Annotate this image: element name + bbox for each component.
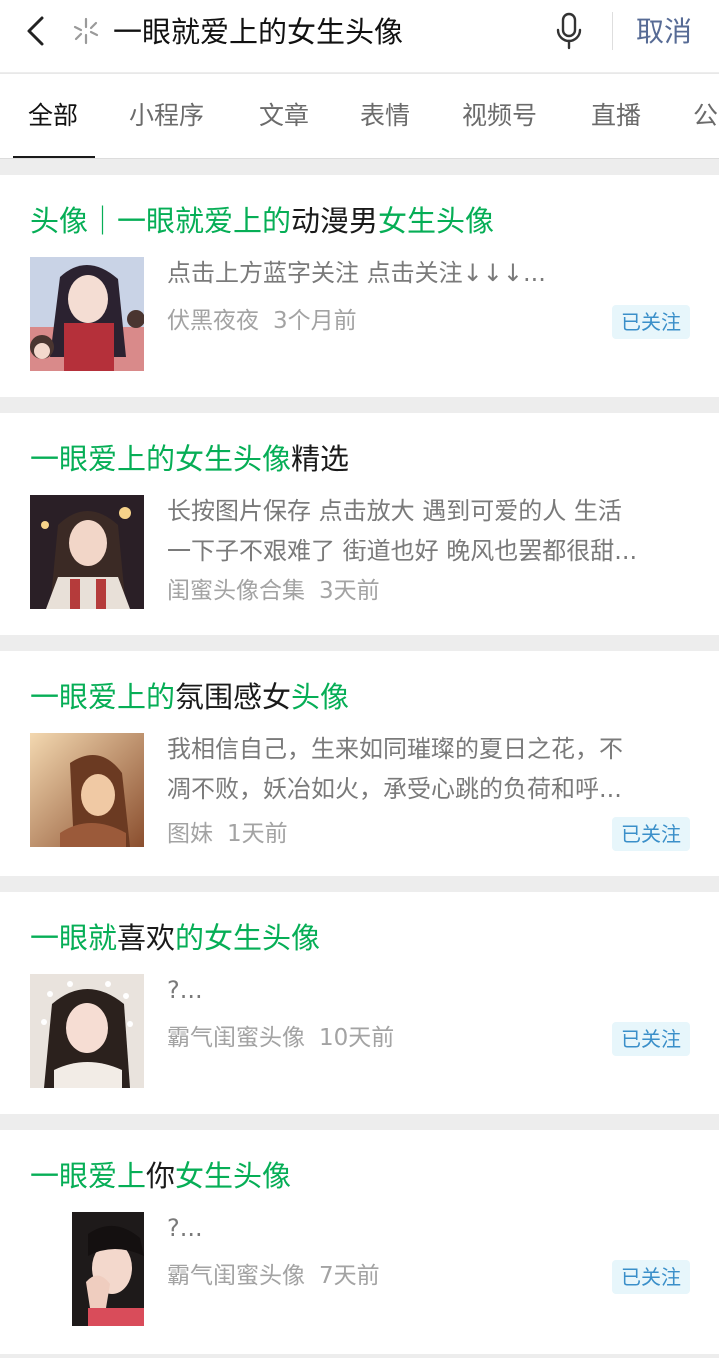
- source-name[interactable]: 图妹: [167, 821, 213, 847]
- publish-time: 10天前: [319, 1025, 395, 1051]
- result-summary: 我相信自己，生来如同璀璨的夏日之花，不 凋不败，妖冶如火，承受心跳的负荷和呼...: [167, 735, 623, 803]
- tab-live[interactable]: 直播: [591, 98, 641, 134]
- result-title[interactable]: 一眼就喜欢的女生头像: [30, 918, 320, 958]
- result-title[interactable]: 一眼爱上的女生头像精选: [30, 439, 349, 479]
- source-name[interactable]: 霸气闺蜜头像: [167, 1025, 305, 1051]
- result-card[interactable]: 一眼爱上的氛围感女头像 我相信自己，生来如同璀璨的夏日之花，不 凋不败，妖冶如火，…: [0, 651, 719, 876]
- source-name[interactable]: 闺蜜头像合集: [167, 578, 305, 604]
- cancel-button[interactable]: 取消: [636, 12, 692, 52]
- result-meta: 闺蜜头像合集 3天前: [167, 573, 380, 609]
- search-input[interactable]: 一眼就爱上的女生头像: [113, 12, 403, 52]
- result-title[interactable]: 头像｜一眼就爱上的动漫男女生头像: [30, 201, 494, 241]
- result-title[interactable]: 一眼爱上你女生头像: [30, 1156, 291, 1196]
- result-thumbnail[interactable]: [30, 495, 144, 609]
- publish-time: 3个月前: [273, 308, 357, 334]
- result-thumbnail[interactable]: [30, 733, 144, 847]
- result-card[interactable]: 一眼就喜欢的女生头像 ?... 霸气闺蜜头像 10天前 已关注: [0, 892, 719, 1114]
- result-summary: 点击上方蓝字关注 点击关注↓↓↓...: [167, 259, 546, 287]
- divider: [612, 12, 613, 50]
- tab-channels[interactable]: 视频号: [462, 98, 537, 134]
- result-thumbnail[interactable]: [30, 257, 144, 371]
- tab-all[interactable]: 全部: [28, 98, 78, 134]
- followed-badge: 已关注: [612, 817, 690, 851]
- result-meta: 霸气闺蜜头像 10天前: [167, 1020, 394, 1056]
- publish-time: 3天前: [319, 578, 380, 604]
- sparkle-icon: [70, 15, 102, 47]
- back-chevron-left-icon[interactable]: [18, 14, 52, 48]
- result-card[interactable]: 一眼爱上的女生头像精选 长按图片保存 点击放大 遇到可爱的人 生活 一下子不艰难了…: [0, 413, 719, 635]
- publish-time: 7天前: [319, 1263, 380, 1289]
- result-meta: 霸气闺蜜头像 7天前: [167, 1258, 380, 1294]
- result-card[interactable]: 头像｜一眼就爱上的动漫男女生头像 点击上方蓝字关注 点击关注↓↓↓... 伏黑夜…: [0, 175, 719, 397]
- tab-articles[interactable]: 文章: [259, 98, 309, 134]
- result-summary: ?...: [167, 976, 203, 1004]
- source-name[interactable]: 伏黑夜夜: [167, 308, 259, 334]
- result-card[interactable]: 一眼爱上你女生头像 ?... 霸气闺蜜头像 7天前 已关注: [0, 1130, 719, 1354]
- result-summary: 长按图片保存 点击放大 遇到可爱的人 生活 一下子不艰难了 街道也好 晚风也罢都很…: [167, 497, 638, 565]
- tab-official-accounts[interactable]: 公: [693, 98, 718, 134]
- result-meta: 图妹 1天前: [167, 816, 288, 852]
- active-tab-indicator: [13, 156, 95, 158]
- result-title[interactable]: 一眼爱上的氛围感女头像: [30, 677, 349, 717]
- source-name[interactable]: 霸气闺蜜头像: [167, 1263, 305, 1289]
- result-thumbnail[interactable]: [30, 974, 144, 1088]
- followed-badge: 已关注: [612, 1260, 690, 1294]
- followed-badge: 已关注: [612, 1022, 690, 1056]
- category-tabs: 全部 小程序 文章 表情 视频号 直播 公: [0, 73, 719, 159]
- result-meta: 伏黑夜夜 3个月前: [167, 303, 357, 339]
- tab-mini-programs[interactable]: 小程序: [129, 98, 204, 134]
- followed-badge: 已关注: [612, 305, 690, 339]
- result-summary: ?...: [167, 1214, 203, 1242]
- result-thumbnail[interactable]: [30, 1212, 144, 1326]
- tab-stickers[interactable]: 表情: [360, 98, 410, 134]
- search-bar: 一眼就爱上的女生头像 取消: [0, 0, 719, 72]
- microphone-icon[interactable]: [553, 11, 585, 51]
- publish-time: 1天前: [227, 821, 288, 847]
